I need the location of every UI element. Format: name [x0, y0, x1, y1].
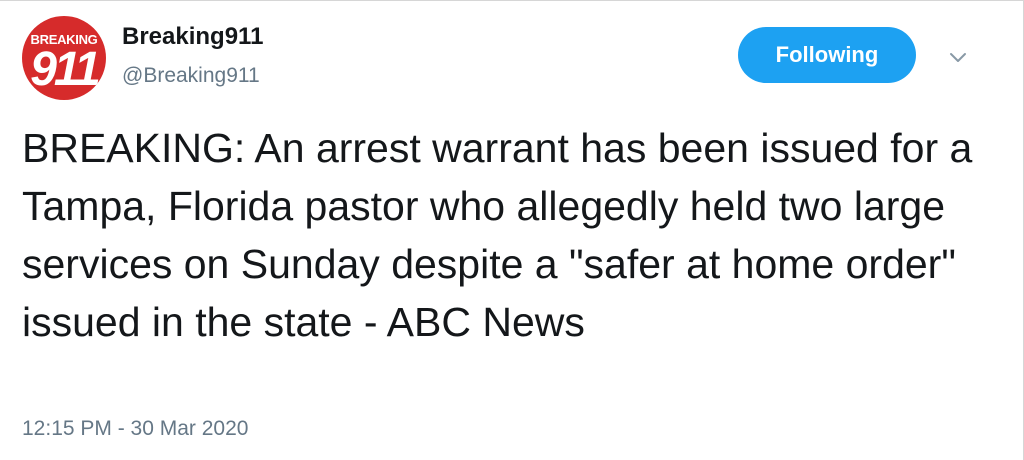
- author-handle[interactable]: @Breaking911: [122, 64, 260, 88]
- author-name[interactable]: Breaking911: [122, 23, 263, 51]
- chevron-down-icon[interactable]: [946, 47, 970, 67]
- tweet-card: BREAKING 911 Breaking911 @Breaking911 Fo…: [0, 0, 1024, 460]
- following-button[interactable]: Following: [738, 27, 916, 83]
- avatar[interactable]: BREAKING 911: [22, 16, 106, 100]
- avatar-number: 911: [30, 43, 101, 96]
- tweet-text: BREAKING: An arrest warrant has been iss…: [22, 125, 973, 345]
- tweet-timestamp[interactable]: 12:15 PM - 30 Mar 2020: [22, 417, 248, 441]
